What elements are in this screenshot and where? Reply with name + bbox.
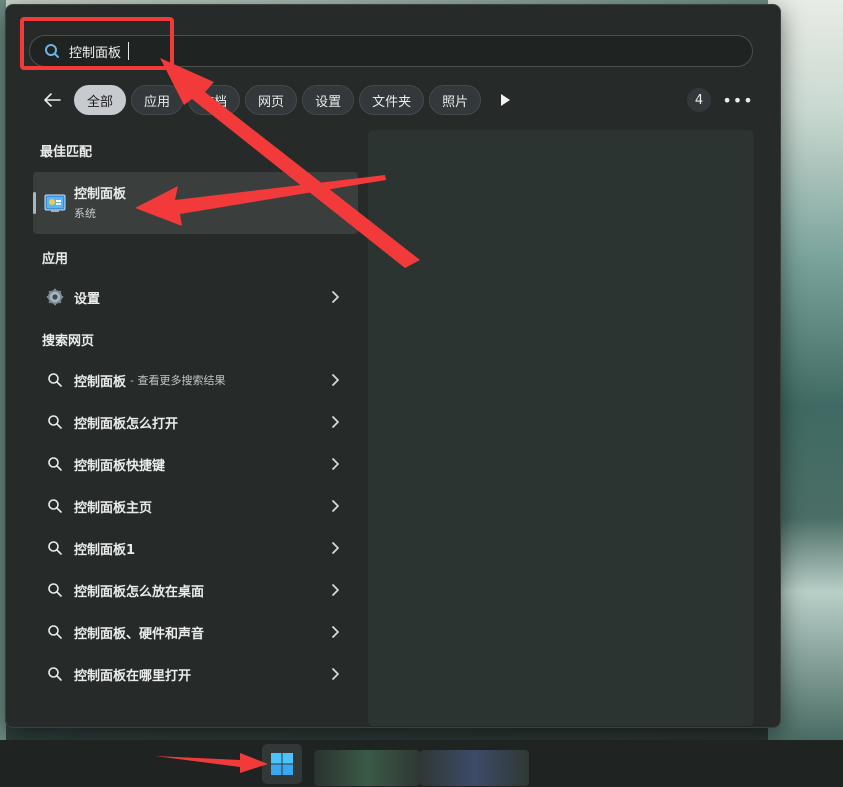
search-icon <box>45 538 65 558</box>
chevron-right-icon <box>330 372 342 388</box>
filter-chip-settings[interactable]: 设置 <box>302 85 355 115</box>
web-search-item[interactable]: 控制面板、硬件和声音 <box>33 614 358 650</box>
best-match-item[interactable]: 控制面板 系统 <box>33 172 358 234</box>
filter-chip-all[interactable]: 全部 <box>74 85 127 115</box>
web-search-item[interactable]: 控制面板在哪里打开 <box>33 656 358 692</box>
web-search-item[interactable]: 控制面板主页 <box>33 488 358 524</box>
taskbar-app-blurred[interactable] <box>314 750 420 786</box>
web-search-item[interactable]: 控制面板怎么打开 <box>33 404 358 440</box>
chevron-right-icon <box>330 414 342 430</box>
reward-count-badge[interactable]: 4 <box>687 88 711 112</box>
web-search-label: 控制面板怎么放在桌面 <box>74 584 205 600</box>
web-search-heading: 搜索网页 <box>42 334 95 349</box>
apps-heading: 应用 <box>42 252 69 267</box>
chevron-right-icon <box>330 582 342 598</box>
control-panel-icon <box>44 193 66 213</box>
preview-pane <box>368 130 754 726</box>
highlight-box <box>20 17 174 70</box>
chevron-right-icon <box>330 540 342 556</box>
app-item-settings[interactable]: 设置 <box>33 279 358 315</box>
filter-chip-apps[interactable]: 应用 <box>131 85 184 115</box>
search-icon <box>45 664 65 684</box>
filter-chip-documents[interactable]: 文档 <box>188 85 241 115</box>
web-search-label: 控制面板怎么打开 <box>74 416 179 432</box>
search-icon <box>45 370 65 390</box>
web-search-item[interactable]: 控制面板 - 查看更多搜索结果 <box>33 362 358 398</box>
search-icon <box>45 580 65 600</box>
taskbar-app-blurred[interactable] <box>420 750 529 786</box>
web-search-hint: - 查看更多搜索结果 <box>130 374 226 387</box>
chevron-right-icon <box>330 456 342 472</box>
chevron-right-icon <box>330 498 342 514</box>
filter-bar: 全部 应用 文档 网页 设置 文件夹 照片 <box>38 84 486 116</box>
gear-icon <box>45 287 65 307</box>
chevron-right-icon <box>330 666 342 682</box>
play-more-filters-icon[interactable] <box>497 92 513 108</box>
best-match-heading: 最佳匹配 <box>40 145 93 160</box>
chevron-right-icon <box>330 624 342 640</box>
back-arrow-icon[interactable] <box>38 86 66 114</box>
filter-chip-folders[interactable]: 文件夹 <box>359 85 425 115</box>
search-icon <box>45 412 65 432</box>
web-search-item[interactable]: 控制面板怎么放在桌面 <box>33 572 358 608</box>
web-search-label: 控制面板 <box>74 374 127 390</box>
web-search-label: 控制面板快捷键 <box>74 458 166 474</box>
windows-logo-icon <box>270 752 294 776</box>
search-icon <box>45 496 65 516</box>
app-item-label: 设置 <box>74 291 101 307</box>
web-search-label: 控制面板在哪里打开 <box>74 668 192 684</box>
web-search-label: 控制面板1 <box>74 542 136 558</box>
web-search-label: 控制面板主页 <box>74 500 153 516</box>
search-icon <box>45 454 65 474</box>
selection-indicator <box>33 192 36 214</box>
web-search-item[interactable]: 控制面板快捷键 <box>33 446 358 482</box>
start-button[interactable] <box>262 744 302 784</box>
web-search-label: 控制面板、硬件和声音 <box>74 626 205 642</box>
search-icon <box>45 622 65 642</box>
best-match-title: 控制面板 <box>74 187 127 202</box>
filter-chip-photos[interactable]: 照片 <box>429 85 482 115</box>
more-options-icon[interactable]: ••• <box>722 90 752 110</box>
web-search-item[interactable]: 控制面板1 <box>33 530 358 566</box>
filter-chip-web[interactable]: 网页 <box>245 85 298 115</box>
best-match-subtitle: 系统 <box>74 207 96 220</box>
chevron-right-icon <box>330 289 342 305</box>
